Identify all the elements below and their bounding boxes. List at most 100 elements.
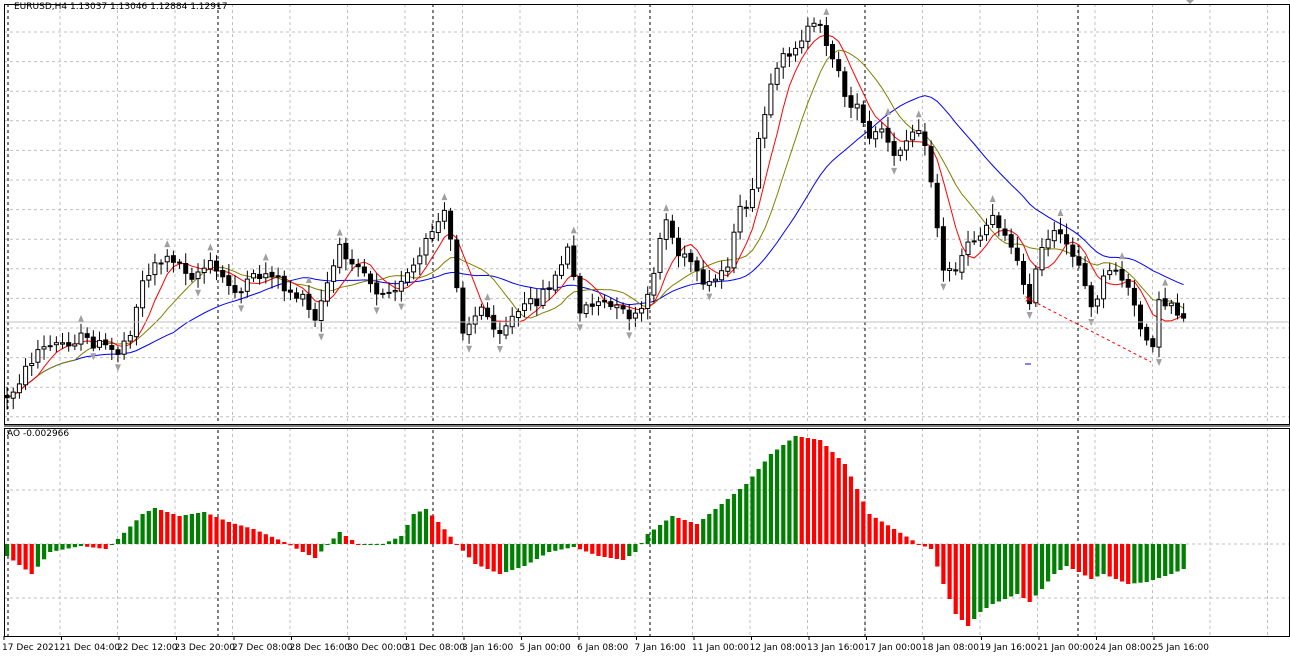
ao-bar-up[interactable] [1169,544,1174,574]
candle-bull[interactable] [756,138,762,189]
candle-bear[interactable] [1144,326,1150,341]
ao-bar-down[interactable] [159,510,164,544]
candle-bull[interactable] [324,282,330,302]
candle-bull[interactable] [472,315,478,325]
candle-bull[interactable] [565,246,571,265]
ao-bar-up[interactable] [738,489,743,544]
candle-bull[interactable] [651,272,657,296]
ao-bar-up[interactable] [534,544,539,559]
candle-bull[interactable] [713,278,718,282]
candle-bull[interactable] [41,346,47,350]
ao-bar-up[interactable] [146,511,151,544]
candle-bull[interactable] [1094,298,1100,307]
candle-bull[interactable] [435,221,441,233]
candle-bear[interactable] [836,59,842,72]
candle-bull[interactable] [1113,269,1119,272]
candle-bull[interactable] [682,253,688,258]
ao-bar-up[interactable] [972,544,977,619]
candle-bull[interactable] [466,323,472,336]
ao-bar-down[interactable] [577,544,583,550]
candle-bull[interactable] [1107,270,1113,276]
candle-bear[interactable] [1057,229,1063,235]
ao-bar-down[interactable] [103,544,108,549]
ao-bar-up[interactable] [984,544,989,608]
candle-bear[interactable] [115,349,121,355]
candle-bull[interactable] [725,266,731,272]
candle-bull[interactable] [977,235,983,241]
candle-bull[interactable] [238,291,244,294]
ao-bar-down[interactable] [479,544,484,567]
candle-bear[interactable] [275,275,281,278]
candle-bear[interactable] [103,339,109,346]
ao-bar-up[interactable] [1132,544,1137,584]
ao-bar-up[interactable] [510,544,515,570]
ao-bar-up[interactable] [337,532,342,544]
candle-bear[interactable] [306,293,312,310]
ao-bar-up[interactable] [528,544,533,563]
candle-bear[interactable] [546,287,552,290]
ao-bar-down[interactable] [676,518,681,544]
candle-bear[interactable] [676,237,681,257]
ao-bar-up[interactable] [651,529,656,545]
candle-bear[interactable] [589,303,595,307]
ao-bar-down[interactable] [467,544,472,558]
candle-bull[interactable] [805,25,811,42]
ao-bar-up[interactable] [768,454,773,544]
candle-bull[interactable] [614,304,620,309]
ao-bar-up[interactable] [504,544,509,572]
ao-bar-up[interactable] [202,512,207,544]
candle-bear[interactable] [934,182,940,229]
ao-bar-down[interactable] [269,536,275,544]
ao-bar-down[interactable] [239,525,244,545]
candle-bull[interactable] [793,47,799,56]
ao-bar-up[interactable] [658,525,663,544]
ao-bar-down[interactable] [17,544,22,565]
candle-bear[interactable] [312,309,318,321]
ao-bar-down[interactable] [460,544,465,551]
ao-bar-up[interactable] [35,544,40,567]
candle-bull[interactable] [663,219,669,240]
ao-bar-up[interactable] [744,484,749,544]
candle-bear[interactable] [232,285,238,293]
ao-bar-up[interactable] [762,461,767,545]
ao-bar-down[interactable] [935,544,940,567]
candle-bull[interactable] [719,270,725,281]
candle-bear[interactable] [867,121,872,139]
candle-bear[interactable] [66,342,72,347]
candle-bull[interactable] [503,325,509,336]
candle-bull[interactable] [632,312,638,319]
ao-bar-up[interactable] [978,544,983,612]
ao-bar-up[interactable] [1144,544,1149,582]
candle-bear[interactable] [1131,287,1137,306]
ao-bar-down[interactable] [842,464,847,544]
candle-bull[interactable] [392,290,398,293]
ao-bar-down[interactable] [245,527,250,545]
ao-bar-up[interactable] [78,544,84,546]
candle-bull[interactable] [429,231,435,240]
ao-bar-up[interactable] [60,544,65,550]
candle-bull[interactable] [97,340,102,348]
ao-bar-up[interactable] [319,544,324,552]
ao-bar-up[interactable] [516,544,521,568]
candle-bull[interactable] [639,307,645,314]
candle-bear[interactable] [688,252,694,263]
candle-bear[interactable] [1181,313,1187,319]
candle-bull[interactable] [559,264,564,276]
ao-bar-up[interactable] [183,515,188,544]
ao-bar-up[interactable] [54,544,59,551]
ao-bar-up[interactable] [1046,544,1051,582]
candle-bull[interactable] [244,278,250,292]
ao-bar-down[interactable] [1021,544,1026,598]
candle-bear[interactable] [294,292,300,299]
ao-bar-up[interactable] [1138,544,1143,583]
candle-bull[interactable] [916,130,922,135]
ao-bar-up[interactable] [374,544,379,545]
ao-bar-down[interactable] [454,544,459,545]
ao-bar-down[interactable] [97,544,102,549]
candle-bull[interactable] [873,131,879,140]
ao-bar-up[interactable] [128,526,133,545]
candle-bull[interactable] [768,83,774,116]
candle-bull[interactable] [965,241,971,256]
ao-bar-up[interactable] [1015,544,1020,594]
ao-bar-down[interactable] [1113,544,1118,579]
